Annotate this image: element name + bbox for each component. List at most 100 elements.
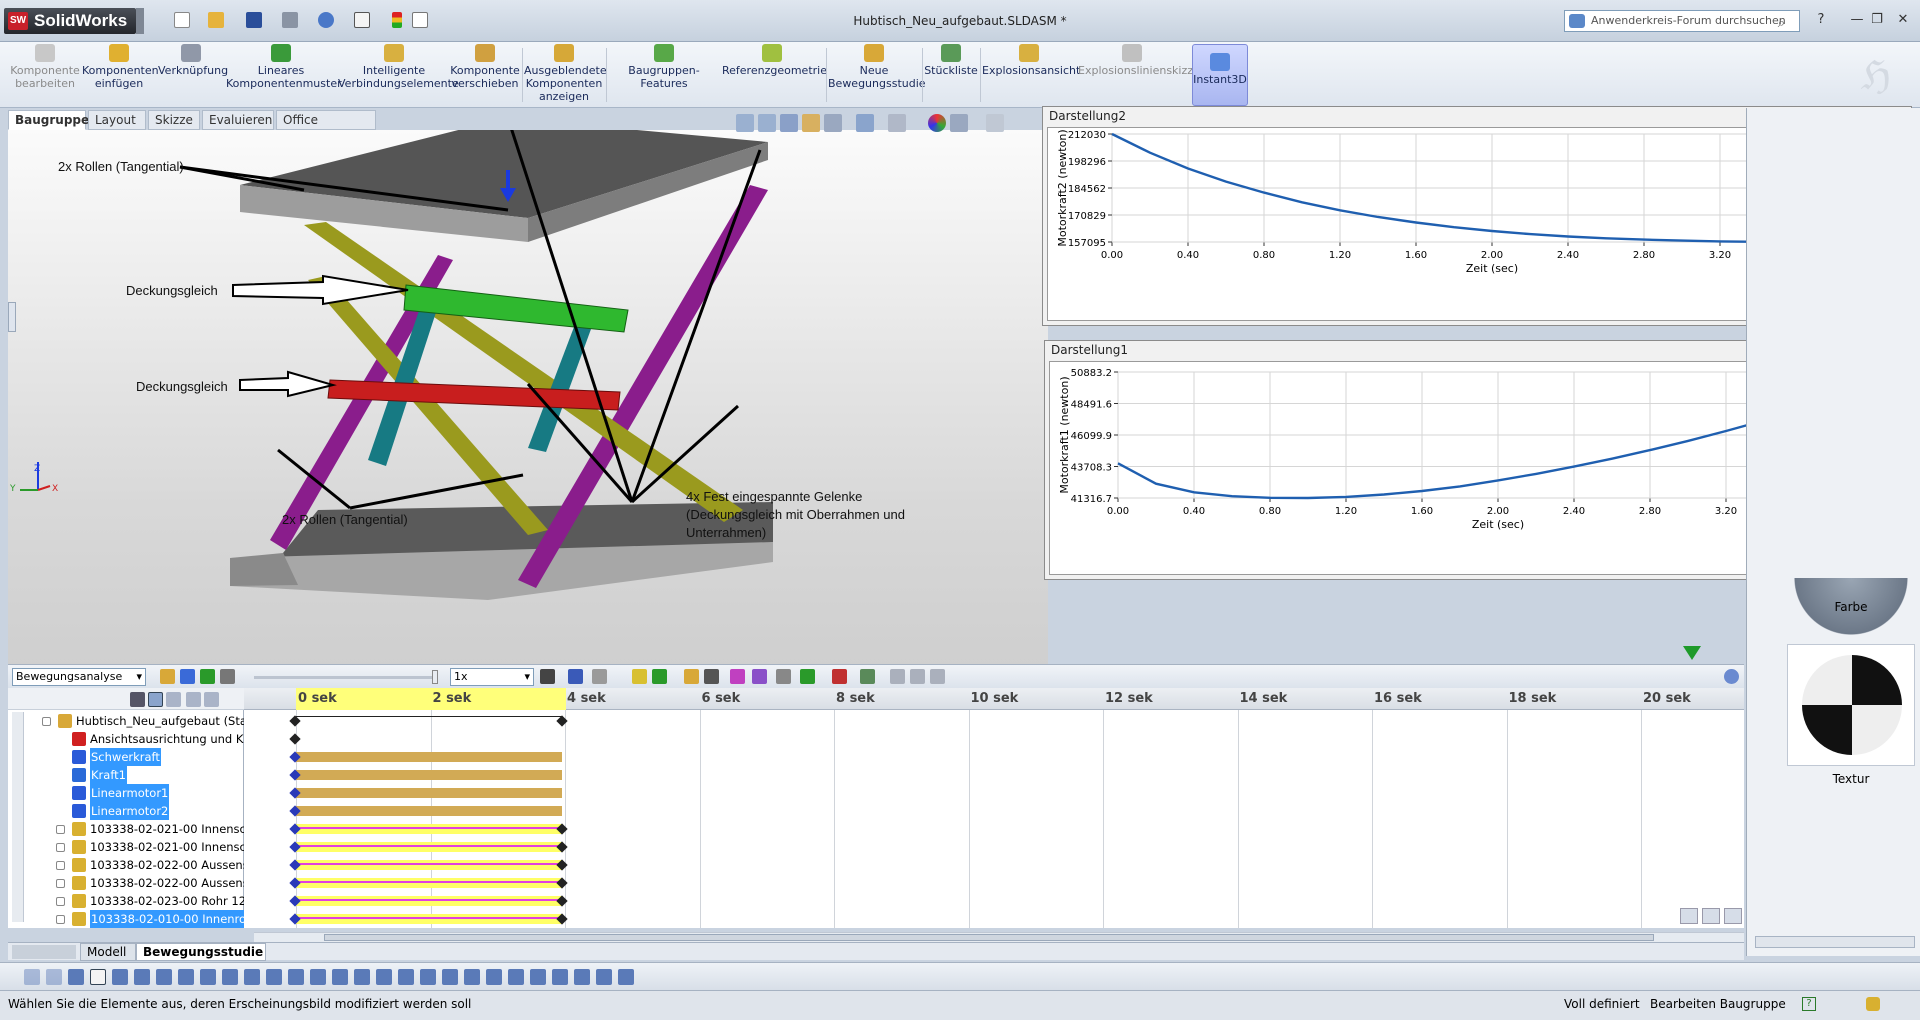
expand-toggle-icon[interactable] <box>56 861 65 870</box>
tree-row[interactable]: Schwerkraft <box>8 748 244 766</box>
timeline-scroll-thumb[interactable] <box>324 934 1654 941</box>
filter-weld-icon[interactable] <box>354 969 370 985</box>
autokey-icon[interactable] <box>632 669 647 684</box>
filter-gtol-icon[interactable] <box>310 969 326 985</box>
tree-scrollbar[interactable] <box>12 712 24 922</box>
tree-row[interactable]: Kraft1 <box>8 766 244 784</box>
timeline-hscrollbar[interactable] <box>254 932 1744 942</box>
select-icon[interactable] <box>90 969 106 985</box>
featuremanager-flyout-handle[interactable] <box>8 302 16 332</box>
zoom-to-fit-icon[interactable] <box>736 114 754 132</box>
reference-geometry-button[interactable]: Referenzgeometrie <box>722 44 827 106</box>
expand-toggle-icon[interactable] <box>56 879 65 888</box>
tab-modell[interactable]: Modell <box>80 943 136 961</box>
search-input[interactable]: Anwenderkreis-Forum durchsuchen ⌕ <box>1564 10 1800 32</box>
timeline-bar[interactable] <box>296 824 562 834</box>
save-animation-icon[interactable] <box>568 669 583 684</box>
filter-balloon-icon[interactable] <box>442 969 458 985</box>
calculate-icon[interactable] <box>160 669 175 684</box>
search-icon[interactable]: ⌕ <box>1778 14 1785 34</box>
tab-layout[interactable]: Layout <box>88 110 146 130</box>
add-key-icon[interactable] <box>652 669 667 684</box>
exploded-view-button[interactable]: Explosionsansicht <box>982 44 1080 106</box>
timeline-bar[interactable] <box>296 860 562 870</box>
filter-axes-icon[interactable] <box>200 969 216 985</box>
filter-options-icon[interactable] <box>204 692 219 707</box>
filter-cosmetic-icon[interactable] <box>398 969 414 985</box>
tree-row[interactable]: 103338-02-021-00 Innensche <box>8 838 244 856</box>
play-from-start-icon[interactable] <box>180 669 195 684</box>
zoom-out-icon[interactable] <box>1724 908 1742 924</box>
keypoint-icon[interactable] <box>289 715 301 727</box>
filter-faces-icon[interactable] <box>134 969 150 985</box>
select-chevron-icon[interactable] <box>112 969 128 985</box>
filter-hole-icon[interactable] <box>464 969 480 985</box>
filter-animated-icon[interactable] <box>130 692 145 707</box>
tree-row[interactable]: Linearmotor1 <box>8 784 244 802</box>
expand-toggle-icon[interactable] <box>56 843 65 852</box>
filter-section-icon[interactable] <box>574 969 590 985</box>
filter-center-icon[interactable] <box>530 969 546 985</box>
textur-swatch[interactable] <box>1787 644 1915 766</box>
tab-baugruppe[interactable]: Baugruppe <box>8 110 89 130</box>
contact-icon[interactable] <box>776 669 791 684</box>
filter-connection-icon[interactable] <box>596 969 612 985</box>
playback-speed-select[interactable]: 1x ▾ <box>450 668 534 686</box>
status-rebuild-icon[interactable] <box>1866 997 1880 1011</box>
view-settings-icon[interactable] <box>986 114 1004 132</box>
motor-icon[interactable] <box>684 669 699 684</box>
collapse-icon[interactable] <box>890 669 905 684</box>
animation-wizard-icon[interactable] <box>592 669 607 684</box>
explode-line-sketch-button[interactable]: Explosionslinienskizze <box>1078 44 1200 106</box>
motion-timeline[interactable]: 0 sek 2 sek 4 sek 6 sek 8 sek 10 sek 12 sek 14 … <box>244 688 1744 928</box>
insert-components-button[interactable]: Komponenten einfügen <box>82 44 159 106</box>
filter-selected-icon[interactable] <box>166 692 181 707</box>
timeline-bar[interactable] <box>296 914 562 924</box>
filter-points-icon[interactable] <box>222 969 238 985</box>
filter-surface-icon[interactable] <box>376 969 392 985</box>
play-icon[interactable] <box>200 669 215 684</box>
filter-datum-icon[interactable] <box>332 969 348 985</box>
show-hidden-components-button[interactable]: Ausgeblendete Komponenten anzeigen <box>524 44 607 106</box>
task-pane-scrollbar[interactable] <box>1755 936 1915 948</box>
tree-row[interactable]: Hubtisch_Neu_aufgebaut (Stand <box>8 712 244 730</box>
tree-row[interactable]: 103338-02-022-00 Aussensch <box>8 874 244 892</box>
zoom-area-icon[interactable] <box>758 114 776 132</box>
filter-notes-icon[interactable] <box>288 969 304 985</box>
gravity-icon[interactable] <box>800 669 815 684</box>
move-component-button[interactable]: Komponente verschieben <box>450 44 520 106</box>
timeline-bar[interactable] <box>296 842 562 852</box>
view-orientation-icon[interactable] <box>824 114 842 132</box>
timeline-bar[interactable] <box>296 752 562 762</box>
tree-row[interactable]: 103338-02-010-00 Innenrohr <box>8 910 244 928</box>
apply-scene-icon[interactable] <box>950 114 968 132</box>
study-type-select[interactable]: Bewegungsanalyse ▾ <box>12 668 146 686</box>
force-icon[interactable] <box>752 669 767 684</box>
minimize-button[interactable]: — <box>1848 12 1866 28</box>
study-properties-icon[interactable] <box>860 669 875 684</box>
edit-component-button[interactable]: Komponente bearbeiten <box>8 44 82 106</box>
filter-midpoint-icon[interactable] <box>508 969 524 985</box>
edit-appearance-icon[interactable] <box>928 114 946 132</box>
help-button[interactable]: ? <box>1812 12 1830 28</box>
filter-origin-icon[interactable] <box>552 969 568 985</box>
filter-planes-icon[interactable] <box>178 969 194 985</box>
filter-results-icon[interactable] <box>186 692 201 707</box>
expand-toggle-icon[interactable] <box>56 897 65 906</box>
display-style-icon[interactable] <box>856 114 874 132</box>
mate-button[interactable]: Verknüpfung <box>158 44 228 106</box>
previous-view-icon[interactable] <box>780 114 798 132</box>
filter-options-icon[interactable] <box>930 669 945 684</box>
stop-icon[interactable] <box>220 669 235 684</box>
damper-icon[interactable] <box>730 669 745 684</box>
playback-mode-icon[interactable] <box>540 669 555 684</box>
filter-driving-icon[interactable] <box>148 692 163 707</box>
tree-row[interactable]: Linearmotor2 <box>8 802 244 820</box>
tree-row[interactable]: 103338-02-022-00 Aussensch <box>8 856 244 874</box>
playback-slider-thumb[interactable] <box>432 670 438 684</box>
restore-button[interactable]: ❐ <box>1868 12 1886 28</box>
filter-edges-icon[interactable] <box>68 969 84 985</box>
timeline-bar[interactable] <box>296 896 562 906</box>
filter-clear-icon[interactable] <box>46 969 62 985</box>
results-plots-icon[interactable] <box>832 669 847 684</box>
